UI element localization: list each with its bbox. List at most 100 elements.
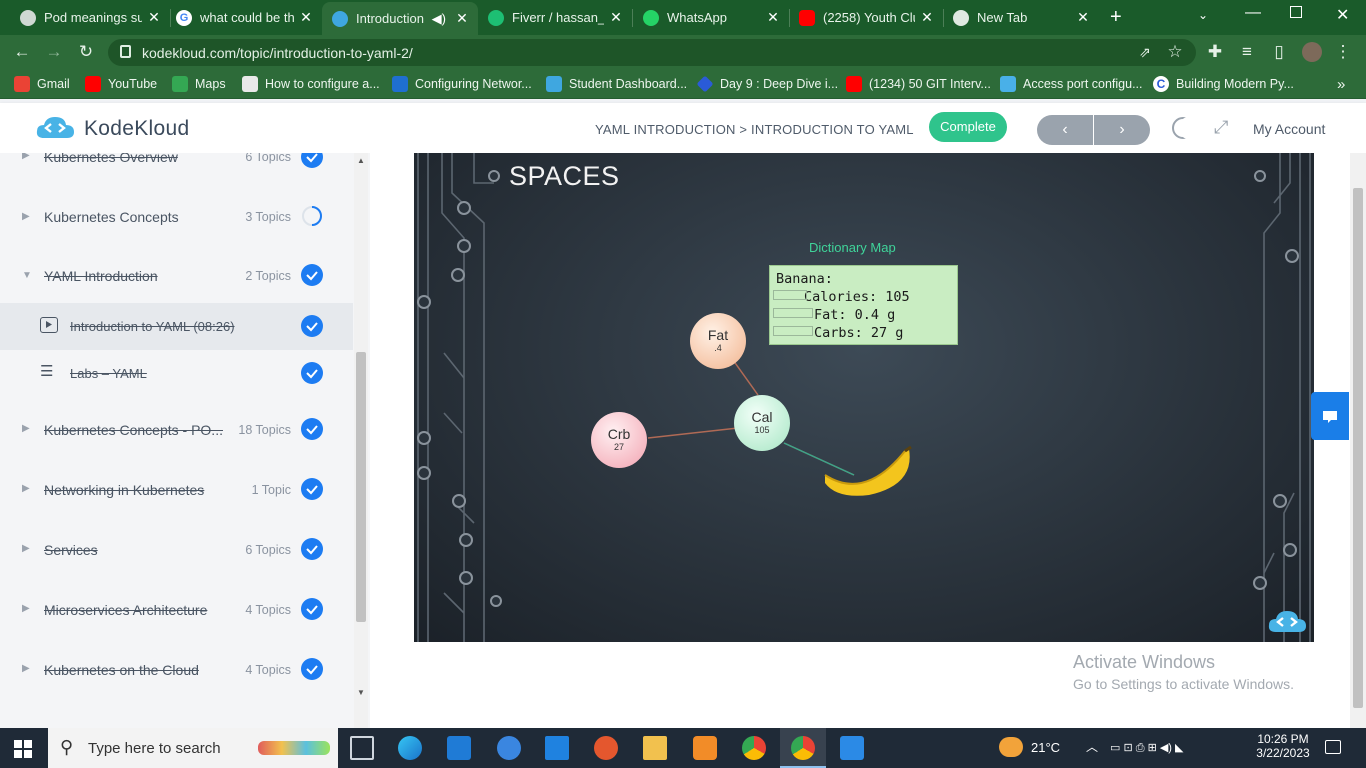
dark-mode-icon[interactable] xyxy=(1172,117,1197,139)
browser-tab[interactable]: Pod meanings su ✕ xyxy=(10,0,171,35)
expand-arrow-icon[interactable]: ▶ xyxy=(22,211,30,222)
windows-start-icon[interactable] xyxy=(14,740,32,758)
sidebar-item[interactable]: ▶ Networking in Kubernetes 1 Topic xyxy=(0,459,353,519)
share-icon[interactable]: ⇗ xyxy=(1136,43,1154,61)
bookmark[interactable]: YouTube xyxy=(85,75,157,93)
expand-arrow-icon[interactable]: ▶ xyxy=(22,423,30,434)
chat-bubble-icon xyxy=(1323,411,1337,423)
notifications-icon[interactable] xyxy=(1325,740,1341,754)
new-tab-button[interactable]: + xyxy=(1110,6,1122,29)
more-bookmarks-icon[interactable]: » xyxy=(1337,75,1345,93)
site-header: KodeKloud YAML INTRODUCTION > INTRODUCTI… xyxy=(0,103,1366,153)
chrome-active-task[interactable] xyxy=(780,728,826,768)
clock[interactable]: 10:26 PM 3/22/2023 xyxy=(1252,732,1314,760)
my-account-link[interactable]: My Account xyxy=(1253,121,1325,137)
sidebar-item[interactable]: ▶ Services 6 Topics xyxy=(0,519,353,579)
side-panel-icon[interactable]: ▯ xyxy=(1270,43,1288,61)
sidebar-item[interactable]: ▶ Microservices Architecture 4 Topics xyxy=(0,579,353,639)
task-view-icon[interactable] xyxy=(350,736,374,760)
browser-tab[interactable]: WhatsApp ✕ xyxy=(633,0,790,35)
expand-arrow-icon[interactable]: ▶ xyxy=(22,663,30,674)
speaker-icon[interactable]: ◀) xyxy=(432,11,446,27)
expand-arrow-icon[interactable]: ▶ xyxy=(22,153,30,161)
app-icon[interactable] xyxy=(693,736,717,760)
close-tab-icon[interactable]: ✕ xyxy=(919,9,935,26)
weather-temp[interactable]: 21°C xyxy=(1031,740,1060,755)
sidebar-scroll-thumb[interactable] xyxy=(356,352,366,622)
bookmark-star-icon[interactable]: ☆ xyxy=(1166,43,1184,61)
sidebar-item-expanded[interactable]: ▼ YAML Introduction 2 Topics xyxy=(0,245,353,305)
file-explorer-icon[interactable] xyxy=(643,736,667,760)
bookmark[interactable]: C Building Modern Py... xyxy=(1153,75,1294,93)
coursera-icon: C xyxy=(1153,76,1169,92)
back-arrow-icon[interactable]: ← xyxy=(13,43,31,61)
sidebar-item[interactable]: ▶ Kubernetes on the Cloud 4 Topics xyxy=(0,639,353,699)
expand-arrow-icon[interactable]: ▶ xyxy=(22,483,30,494)
reload-icon[interactable]: ↻ xyxy=(77,43,95,61)
store-icon[interactable] xyxy=(447,736,471,760)
bookmark[interactable]: Maps xyxy=(172,75,226,93)
expand-arrow-icon[interactable]: ▶ xyxy=(22,603,30,614)
app-icon[interactable] xyxy=(594,736,618,760)
close-tab-icon[interactable]: ✕ xyxy=(1075,9,1091,26)
page-scroll-thumb[interactable] xyxy=(1353,188,1363,708)
kebab-menu-icon[interactable]: ⋮ xyxy=(1334,43,1352,61)
kodekloud-logo-icon[interactable] xyxy=(34,114,76,142)
scroll-up-icon[interactable]: ▲ xyxy=(357,156,365,165)
phone-link-icon[interactable] xyxy=(497,736,521,760)
topic-count: 4 Topics xyxy=(245,663,291,677)
logo-text[interactable]: KodeKloud xyxy=(84,117,189,141)
address-bar[interactable]: kodekloud.com/topic/introduction-to-yaml… xyxy=(108,39,1196,66)
browser-tab[interactable]: G what could be th ✕ xyxy=(166,0,322,35)
close-tab-icon[interactable]: ✕ xyxy=(765,9,781,26)
edge-icon[interactable] xyxy=(398,736,422,760)
profile-avatar[interactable] xyxy=(1302,42,1322,62)
browser-toolbar: ← → ↻ kodekloud.com/topic/introduction-t… xyxy=(0,35,1366,69)
close-tab-icon[interactable]: ✕ xyxy=(298,9,314,26)
close-tab-icon[interactable]: ✕ xyxy=(454,10,470,27)
media-queue-icon[interactable]: ≡ xyxy=(1238,43,1256,61)
scroll-down-icon[interactable]: ▼ xyxy=(357,688,365,697)
complete-button[interactable]: Complete xyxy=(929,112,1007,142)
tab-search-icon[interactable]: ⌄ xyxy=(1198,8,1208,22)
bookmark[interactable]: Access port configu... xyxy=(1000,75,1143,93)
lesson-item-current[interactable]: Introduction to YAML (08:26) xyxy=(0,303,353,350)
close-tab-icon[interactable]: ✕ xyxy=(608,9,624,26)
bookmark[interactable]: Student Dashboard... xyxy=(546,75,687,93)
sidebar-item[interactable]: ▶ Kubernetes Concepts 3 Topics xyxy=(0,186,353,246)
sidebar-item-label: Networking in Kubernetes xyxy=(44,482,205,498)
sidebar-item[interactable]: ▶ Kubernetes Concepts - PO... 18 Topics xyxy=(0,399,353,459)
bookmark[interactable]: How to configure a... xyxy=(242,75,380,93)
restore-icon[interactable] xyxy=(1290,6,1302,18)
expand-arrow-icon[interactable]: ▶ xyxy=(22,543,30,554)
bookmark[interactable]: Configuring Networ... xyxy=(392,75,532,93)
bookmark[interactable]: Day 9 : Deep Dive i... xyxy=(696,75,838,93)
search-placeholder: Type here to search xyxy=(88,739,221,757)
previous-lesson-button[interactable]: ‹ xyxy=(1037,115,1093,145)
collapse-arrow-icon[interactable]: ▼ xyxy=(22,270,32,281)
chat-button[interactable] xyxy=(1311,392,1349,440)
lesson-item[interactable]: ☰ Labs – YAML xyxy=(0,350,353,396)
forward-arrow-icon[interactable]: → xyxy=(45,43,63,61)
video-player[interactable]: SPACES Dictionary Map Banana: Calories: … xyxy=(414,153,1314,642)
next-lesson-button[interactable]: › xyxy=(1094,115,1150,145)
taskbar-search-input[interactable]: ⚲ Type here to search xyxy=(48,728,338,768)
extensions-icon[interactable]: ✚ xyxy=(1206,43,1224,61)
close-window-icon[interactable]: ✕ xyxy=(1336,5,1349,25)
bookmark[interactable]: Gmail xyxy=(14,75,70,93)
close-tab-icon[interactable]: ✕ xyxy=(146,9,162,26)
minimize-icon[interactable]: — xyxy=(1245,4,1261,22)
chrome-icon[interactable] xyxy=(742,736,766,760)
page-scrollbar[interactable] xyxy=(1350,153,1366,728)
bookmark[interactable]: (1234) 50 GIT Interv... xyxy=(846,75,991,93)
sidebar-item[interactable]: ▶ Kubernetes Overview 6 Topics xyxy=(0,153,353,186)
system-tray-icons[interactable]: ▭ ⊡ ⎙ ⊞ ◀) ◣ xyxy=(1110,741,1184,755)
vscode-icon[interactable] xyxy=(840,736,864,760)
mail-icon[interactable] xyxy=(545,736,569,760)
browser-tab[interactable]: (2258) Youth Club ✕ xyxy=(789,0,944,35)
browser-tab[interactable]: Fiverr / hassan_b ✕ xyxy=(478,0,633,35)
browser-tab-active[interactable]: Introduction ◀) ✕ xyxy=(322,2,478,35)
show-hidden-icons[interactable]: ︿ xyxy=(1086,738,1098,755)
fullscreen-icon[interactable]: ⤢ xyxy=(1214,117,1228,138)
browser-tab[interactable]: New Tab ✕ xyxy=(943,0,1099,35)
